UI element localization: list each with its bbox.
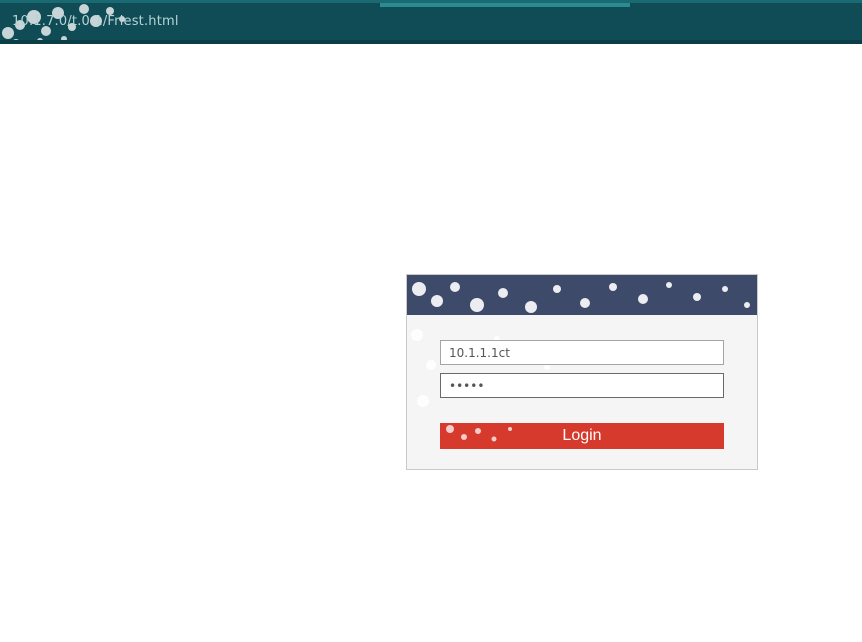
tab-strip [380, 3, 630, 7]
password-input[interactable] [440, 373, 724, 398]
login-button[interactable]: Login [440, 423, 724, 449]
login-panel: Login [406, 274, 758, 470]
address-bar: 10.1.7.0/t.0.1/Friest.html [0, 0, 862, 44]
url-text[interactable]: 10.1.7.0/t.0.1/Friest.html [12, 14, 179, 29]
address-bar-divider [0, 40, 862, 44]
login-panel-header [407, 275, 757, 315]
username-input[interactable] [440, 340, 724, 365]
